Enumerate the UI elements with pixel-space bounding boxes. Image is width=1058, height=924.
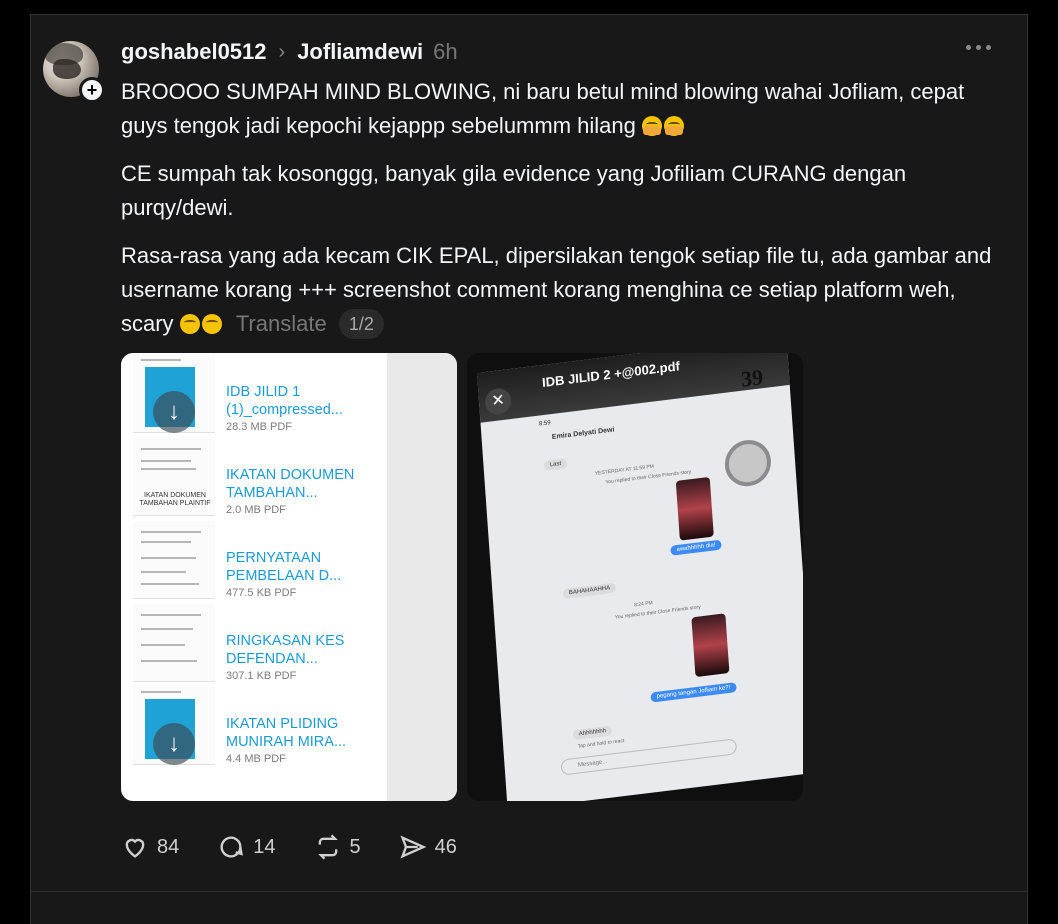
translate-link[interactable]: Translate (236, 311, 327, 336)
status-time: 8:59 (538, 420, 551, 428)
chat-system-text: 8:24 PM (633, 600, 653, 609)
story-thumbnail (675, 476, 714, 541)
repost-icon (317, 834, 338, 860)
page-number: 39 (740, 364, 764, 392)
face-with-hand-emoji-icon (664, 116, 684, 136)
repost-count: 5 (349, 835, 361, 858)
more-options-icon[interactable] (966, 45, 991, 50)
carousel-indicator: 1/2 (338, 309, 384, 339)
face-with-hand-emoji-icon (642, 116, 662, 136)
post-paragraph-2: CE sumpah tak kosonggg, banyak gila evid… (121, 161, 907, 220)
chat-system-text: Tap and hold to react (577, 737, 625, 750)
like-button[interactable]: 84 (121, 833, 179, 861)
chat-message: Ahhhhhhh (572, 725, 613, 741)
file-name: IKATAN DOKUMEN TAMBAHAN... (226, 467, 355, 501)
relieved-face-emoji-icon (179, 314, 200, 334)
file-thumbnail: IKATAN DOKUMEN TAMBAHAN PLAINTIF (133, 438, 215, 516)
heart-icon (125, 838, 145, 858)
relieved-face-emoji-icon (201, 314, 222, 334)
like-count: 84 (157, 835, 180, 858)
share-button[interactable]: 46 (399, 833, 457, 861)
file-item[interactable]: ↓ IKATAN PLIDING MUNIRAH MIRA... 4.4 MB … (121, 685, 387, 768)
author-username[interactable]: goshabel0512 (121, 39, 267, 65)
file-item[interactable]: ↓ IDB JILID 1 (1)_compressed... 28.3 MB … (121, 353, 387, 436)
chat-system-text: You replied to their Close Friends story (614, 604, 701, 621)
file-name: RINGKASAN KES DEFENDAN... (226, 633, 345, 667)
file-size: 477.5 KB PDF (226, 587, 297, 599)
chat-message: Last (543, 458, 568, 472)
pdf-title: IDB JILID 2 +@002.pdf (541, 358, 681, 391)
thread-post-panel: + goshabel0512 › Jofliamdewi 6h BROOOO S… (30, 14, 1028, 924)
file-item[interactable]: PERNYATAAN PEMBELAAN D... 477.5 KB PDF (121, 519, 387, 602)
media-image-phone-photo[interactable]: ✕ IDB JILID 2 +@002.pdf 39 8:59 Emira De… (467, 353, 803, 801)
close-icon: ✕ (484, 386, 512, 416)
file-item[interactable]: RINGKASAN KES DEFENDAN... 307.1 KB PDF (121, 602, 387, 685)
chat-contact-name: Emira Delyati Dewi (551, 426, 615, 441)
file-size: 28.3 MB PDF (226, 421, 293, 433)
post-time: 6h (433, 39, 458, 64)
share-count: 46 (434, 835, 457, 858)
file-size: 4.4 MB PDF (226, 753, 286, 765)
download-icon[interactable]: ↓ (153, 391, 195, 433)
media-image-files-list[interactable]: ↓ IDB JILID 1 (1)_compressed... 28.3 MB … (121, 353, 457, 801)
send-icon (400, 835, 426, 859)
file-size: 307.1 KB PDF (226, 670, 297, 682)
story-thumbnail (691, 613, 730, 678)
comment-bubble-icon (220, 836, 244, 858)
comment-count: 14 (253, 835, 276, 858)
file-size: 2.0 MB PDF (226, 504, 286, 516)
media-carousel[interactable]: ↓ IDB JILID 1 (1)_compressed... 28.3 MB … (121, 353, 803, 803)
file-thumbnail (133, 604, 215, 682)
file-name: IDB JILID 1 (1)_compressed... (226, 384, 343, 418)
download-icon[interactable]: ↓ (153, 723, 195, 765)
follow-plus-icon[interactable]: + (79, 77, 105, 103)
chevron-right-icon: › (278, 40, 286, 63)
reply-to-username[interactable]: Jofliamdewi (297, 39, 423, 65)
repost-button[interactable]: 5 (314, 833, 361, 861)
post-header: goshabel0512 › Jofliamdewi 6h (121, 37, 458, 67)
phone-screen-photo: ✕ IDB JILID 2 +@002.pdf 39 8:59 Emira De… (477, 353, 803, 801)
post-divider (31, 891, 1027, 892)
chat-message: awahhhhh dia! (670, 539, 722, 556)
chat-message: BAHAHAAHHA (562, 582, 617, 600)
post-actions-bar: 84 14 5 46 (121, 833, 457, 861)
file-item[interactable]: IKATAN DOKUMEN TAMBAHAN PLAINTIF IKATAN … (121, 436, 387, 519)
avatar-container[interactable]: + (43, 41, 105, 103)
post-paragraph-1: BROOOO SUMPAH MIND BLOWING, ni baru betu… (121, 79, 965, 138)
file-name: IKATAN PLIDING MUNIRAH MIRA... (226, 716, 347, 750)
file-name: PERNYATAAN PEMBELAAN D... (226, 550, 342, 584)
post-body: BROOOO SUMPAH MIND BLOWING, ni baru betu… (121, 75, 1001, 355)
screen-record-icon (723, 437, 773, 489)
comment-button[interactable]: 14 (217, 833, 276, 861)
file-thumbnail (133, 521, 215, 599)
thumb-caption: IKATAN DOKUMEN TAMBAHAN PLAINTIF (139, 492, 211, 507)
chat-message: pegang tangan Jofliam ke?! (650, 682, 737, 703)
